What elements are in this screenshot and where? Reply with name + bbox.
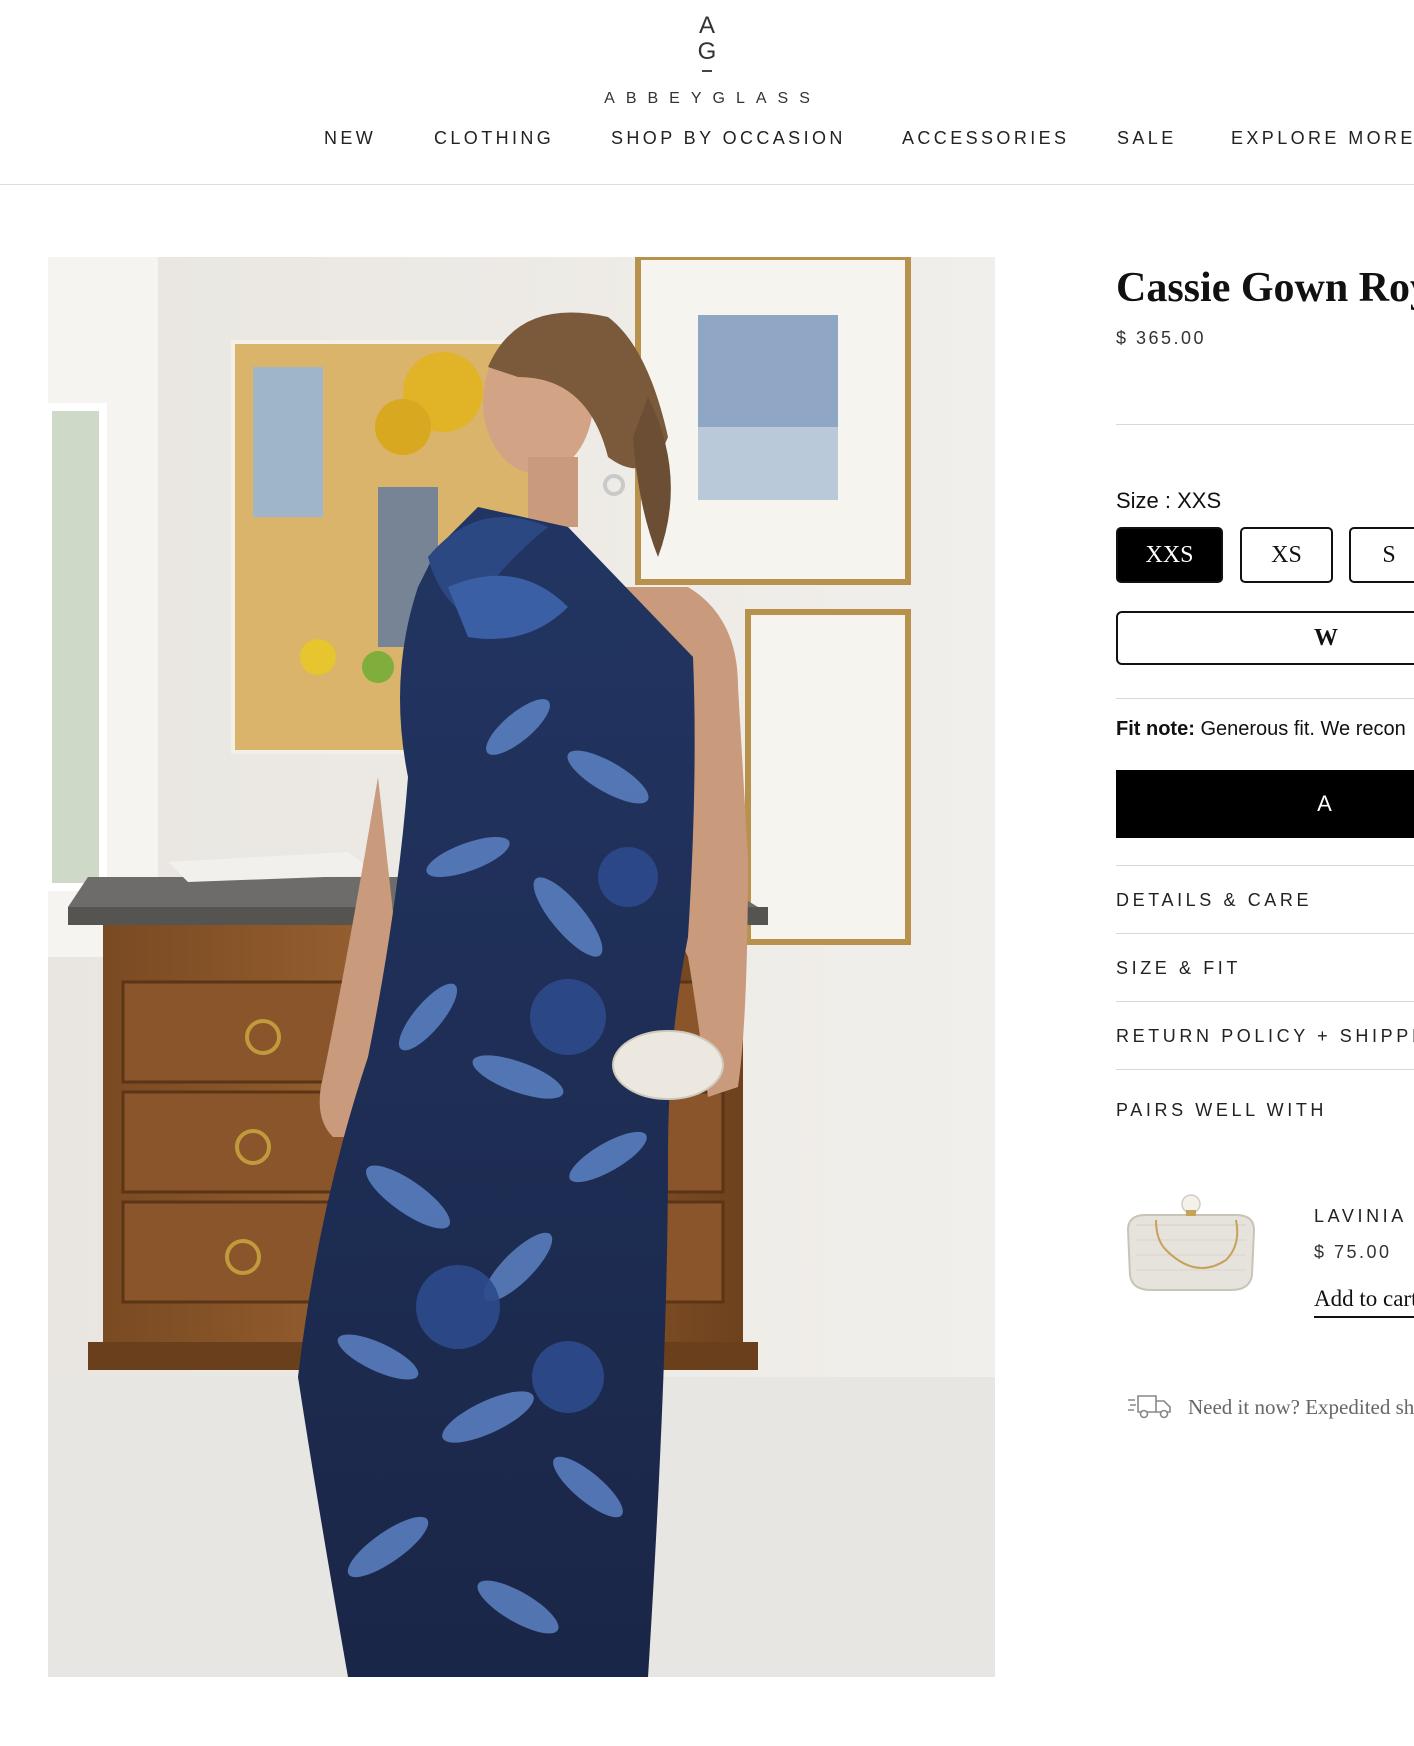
- brand-wordmark: ABBEYGLASS: [604, 90, 821, 107]
- size-option-xs[interactable]: XS: [1240, 527, 1333, 583]
- site-header: A G ABBEYGLASS NEW CLOTHING SHOP BY OCCA…: [0, 0, 1414, 185]
- monogram-bar: [702, 70, 712, 72]
- nav-item-sale[interactable]: SALE: [1117, 128, 1177, 149]
- accordion-size-fit[interactable]: SIZE & FIT: [1116, 958, 1241, 979]
- pair-add-to-cart-link[interactable]: Add to cart: [1314, 1286, 1414, 1318]
- nav-item-shop-by-occasion[interactable]: SHOP BY OCCASION: [611, 128, 846, 149]
- monogram-g: G: [697, 38, 717, 65]
- size-option-xxs[interactable]: XXS: [1116, 527, 1223, 583]
- shipping-note: Need it now? Expedited sh: [1128, 1390, 1414, 1425]
- product-info: Cassie Gown Royal Organza $ 365.00 Size …: [1116, 262, 1414, 1462]
- add-to-cart-button[interactable]: A: [1116, 770, 1414, 838]
- truck-icon: [1128, 1390, 1174, 1425]
- fit-note-label: Fit note:: [1116, 718, 1195, 740]
- nav-item-accessories[interactable]: ACCESSORIES: [902, 128, 1069, 149]
- add-to-cart-label: A: [1317, 791, 1335, 816]
- product-title: Cassie Gown Royal Organza: [1116, 265, 1414, 311]
- divider: [1116, 865, 1414, 866]
- clutch-illustration: [1126, 1194, 1256, 1291]
- nav-item-new[interactable]: NEW: [324, 128, 376, 149]
- product-price: $ 365.00: [1116, 328, 1207, 348]
- divider: [1116, 1069, 1414, 1070]
- pair-product-price: $ 75.00: [1314, 1242, 1392, 1262]
- waitlist-button-label: W: [1314, 624, 1338, 651]
- product-photo-illustration: [48, 257, 995, 1677]
- size-option-s[interactable]: S: [1349, 527, 1414, 583]
- nav-item-explore-more[interactable]: EXPLORE MORE: [1231, 128, 1414, 149]
- monogram-a: A: [698, 12, 715, 39]
- accordion-details-care[interactable]: DETAILS & CARE: [1116, 890, 1312, 911]
- product-image[interactable]: [48, 257, 995, 1677]
- shipping-note-text: Need it now? Expedited sh: [1188, 1395, 1414, 1419]
- size-label: Size : XXS: [1116, 488, 1222, 513]
- divider: [1116, 698, 1414, 699]
- waitlist-button[interactable]: W: [1116, 611, 1414, 665]
- pair-product-image[interactable]: [1116, 1190, 1266, 1300]
- divider: [1116, 1001, 1414, 1002]
- pair-product-name[interactable]: LAVINIA: [1314, 1206, 1407, 1227]
- brand-monogram: A G: [687, 14, 727, 76]
- accordion-pairs-well-with[interactable]: PAIRS WELL WITH: [1116, 1100, 1327, 1121]
- brand-logo[interactable]: A G ABBEYGLASS: [0, 14, 1414, 108]
- divider: [1116, 933, 1414, 934]
- accordion-return-policy-shipping[interactable]: RETURN POLICY + SHIPPING: [1116, 1026, 1414, 1047]
- fit-note: Fit note: Generous fit. We recon: [1116, 718, 1406, 741]
- divider: [1116, 424, 1414, 425]
- nav-item-clothing[interactable]: CLOTHING: [434, 128, 554, 149]
- fit-note-text: Generous fit. We recon: [1200, 718, 1406, 740]
